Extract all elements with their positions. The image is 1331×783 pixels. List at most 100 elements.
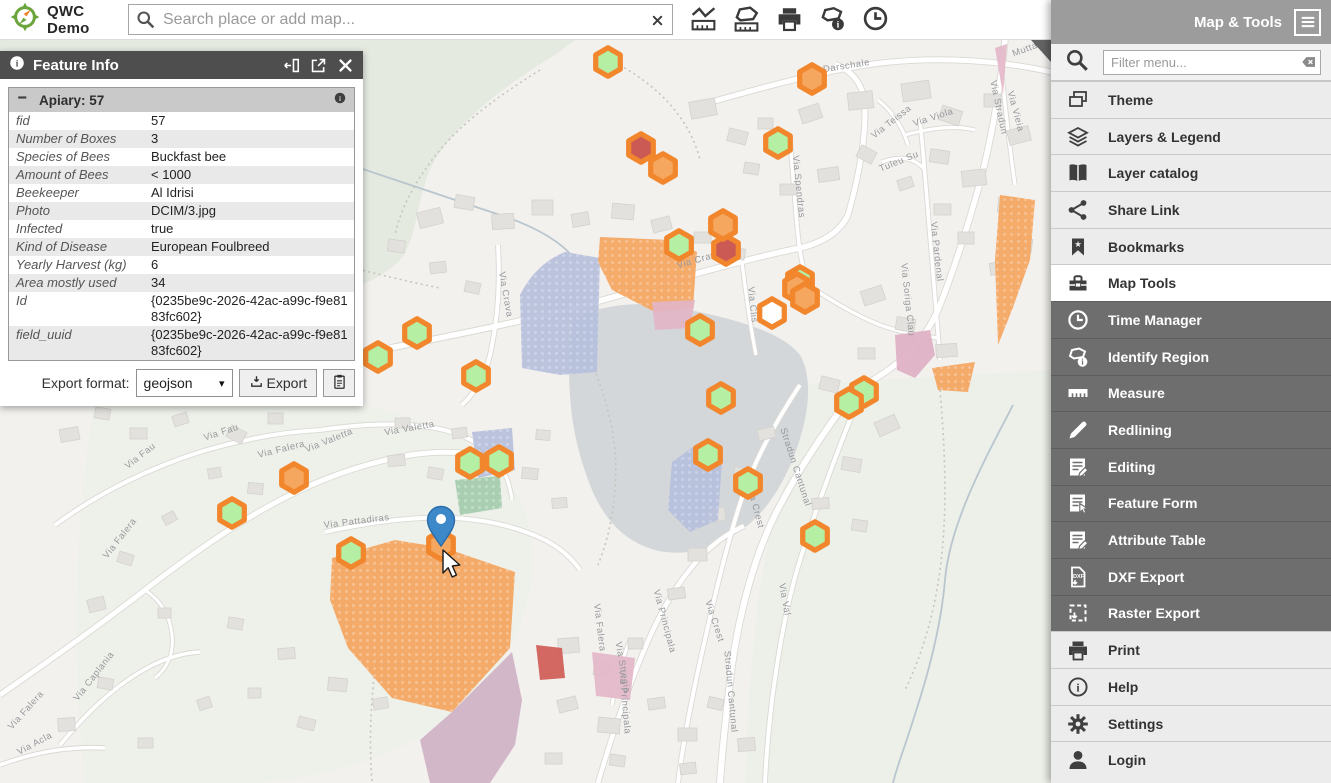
sidebar-item-bookmarks[interactable]: ★ Bookmarks — [1051, 228, 1331, 265]
sidebar-item-settings[interactable]: Settings — [1051, 705, 1331, 742]
sidebar-filter-row — [1051, 44, 1331, 81]
sidebar-item-time-manager[interactable]: Time Manager — [1051, 301, 1331, 338]
top-bar: QWC Demo i — [0, 0, 1051, 40]
apiary-marker-green[interactable] — [464, 362, 489, 390]
apiary-marker-green[interactable] — [339, 539, 364, 567]
attribute-value: true — [149, 220, 354, 238]
attribute-value: DCIM/3.jpg — [149, 202, 354, 220]
attribute-label: fid — [9, 112, 149, 130]
attribute-row: Kind of Disease European Foulbreed — [9, 238, 354, 256]
sidebar-item-layer-catalog[interactable]: Layer catalog — [1051, 154, 1331, 191]
feature-group-header[interactable]: Apiary: 57 i — [9, 88, 354, 112]
apiary-marker-orange[interactable] — [282, 464, 307, 492]
gear-icon — [1065, 711, 1091, 737]
sidebar-item-measure[interactable]: Measure — [1051, 375, 1331, 412]
sidebar-header: Map & Tools — [1051, 0, 1331, 44]
apiary-marker-green[interactable] — [405, 319, 430, 347]
time-manager-button[interactable] — [859, 4, 891, 36]
time-manager-icon — [861, 4, 890, 36]
sidebar-item-map-tools[interactable]: Map Tools — [1051, 264, 1331, 301]
apiary-marker-green[interactable] — [837, 389, 862, 417]
attribute-label: Photo — [9, 202, 149, 220]
sidebar-item-feature-form[interactable]: Feature Form — [1051, 485, 1331, 522]
sidebar-item-label: Time Manager — [1108, 312, 1202, 328]
sidebar-item-login[interactable]: Login — [1051, 741, 1331, 778]
search-icon — [135, 9, 156, 35]
attribute-value: {0235be9c-2026-42ac-a99c-f9e8183fc602} — [149, 326, 354, 360]
search-input[interactable] — [128, 4, 673, 35]
feature-info-header[interactable]: i Feature Info — [0, 51, 363, 79]
export-format-select[interactable]: geojson ▾ — [136, 369, 233, 397]
attribute-value: {0235be9c-2026-42ac-a99c-f9e8183fc602} — [149, 292, 354, 326]
filter-menu-input[interactable] — [1103, 50, 1321, 75]
apiary-marker-green[interactable] — [458, 449, 483, 477]
attribute-row: Photo DCIM/3.jpg — [9, 202, 354, 220]
svg-text:i: i — [836, 19, 839, 30]
attribute-label: field_uuid — [9, 326, 149, 360]
apiary-marker-white[interactable] — [760, 299, 785, 327]
sidebar-item-label: Login — [1108, 752, 1146, 768]
attribute-value: 6 — [149, 256, 354, 274]
attribute-label: Amount of Bees — [9, 166, 149, 184]
apiary-marker-green[interactable] — [596, 48, 621, 76]
svg-text:★: ★ — [1074, 238, 1082, 248]
sidebar-item-identify-region[interactable]: i Identify Region — [1051, 338, 1331, 375]
apiary-marker-green[interactable] — [803, 522, 828, 550]
sidebar-item-raster-export[interactable]: Raster Export — [1051, 595, 1331, 632]
sidebar-item-editing[interactable]: Editing — [1051, 448, 1331, 485]
attribute-row: Beekeeper Al Idrisi — [9, 184, 354, 202]
sidebar-item-print[interactable]: Print — [1051, 631, 1331, 668]
filter-clear-icon[interactable] — [1300, 53, 1318, 74]
attribute-value: < 1000 — [149, 166, 354, 184]
attribute-row: Species of Bees Buckfast bee — [9, 148, 354, 166]
copy-to-clipboard-button[interactable] — [323, 369, 355, 397]
export-button[interactable]: Export — [239, 369, 317, 397]
info-circle-icon: i — [8, 54, 26, 77]
measure-button[interactable] — [687, 4, 719, 36]
apiary-marker-green[interactable] — [696, 441, 721, 469]
attribute-label: Id — [9, 292, 149, 326]
menu-hamburger-button[interactable] — [1294, 9, 1321, 36]
apiary-marker-orange[interactable] — [800, 65, 825, 93]
sidebar-item-share-link[interactable]: Share Link — [1051, 191, 1331, 228]
apiary-marker-green[interactable] — [766, 129, 791, 157]
feature-info-body: Apiary: 57 i fid 57Number of Boxes 3Spec… — [0, 79, 363, 361]
apiary-marker-orange[interactable] — [651, 154, 676, 182]
feature-info-panel: i Feature Info Apiary: 57 i fid 57Number… — [0, 51, 363, 406]
sidebar-item-label: Identify Region — [1108, 349, 1209, 365]
attribute-value: European Foulbreed — [149, 238, 354, 256]
attribute-value: 57 — [149, 112, 354, 130]
apiary-marker-orange[interactable] — [711, 211, 736, 239]
measure-icon — [689, 4, 718, 36]
apiary-marker-green[interactable] — [688, 316, 713, 344]
attribute-row: Yearly Harvest (kg) 6 — [9, 256, 354, 274]
dock-panel-button[interactable] — [281, 55, 301, 75]
search-clear-button[interactable] — [647, 10, 667, 30]
sidebar-item-redlining[interactable]: Redlining — [1051, 411, 1331, 448]
identify-region-button[interactable]: i — [816, 4, 848, 36]
feature-zoom-info-icon[interactable]: i — [333, 91, 347, 110]
help-icon: i — [1065, 674, 1091, 700]
measure-area-button[interactable] — [730, 4, 762, 36]
identify-region-icon: i — [818, 4, 847, 36]
attribute-label: Kind of Disease — [9, 238, 149, 256]
apiary-marker-green[interactable] — [487, 447, 512, 475]
sidebar-item-help[interactable]: i Help — [1051, 668, 1331, 705]
sidebar-title: Map & Tools — [1194, 14, 1282, 31]
apiary-marker-green[interactable] — [667, 231, 692, 259]
sidebar-item-theme[interactable]: Theme — [1051, 81, 1331, 118]
sidebar-item-layers-legend[interactable]: Layers & Legend — [1051, 118, 1331, 155]
sidebar-item-dxf-export[interactable]: DXF DXF Export — [1051, 558, 1331, 595]
apiary-marker-green[interactable] — [366, 343, 391, 371]
close-panel-button[interactable] — [335, 55, 355, 75]
apiary-marker-green[interactable] — [736, 469, 761, 497]
sidebar-item-label: Share Link — [1108, 202, 1180, 218]
apiary-marker-green[interactable] — [709, 384, 734, 412]
maximize-panel-button[interactable] — [308, 55, 328, 75]
sidebar-item-attribute-table[interactable]: Attribute Table — [1051, 521, 1331, 558]
apiary-marker-green[interactable] — [220, 499, 245, 527]
apiary-marker-orange[interactable] — [793, 284, 818, 312]
apiary-marker-red[interactable] — [629, 134, 654, 162]
sidebar-item-label: Redlining — [1108, 422, 1172, 438]
print-button[interactable] — [773, 4, 805, 36]
